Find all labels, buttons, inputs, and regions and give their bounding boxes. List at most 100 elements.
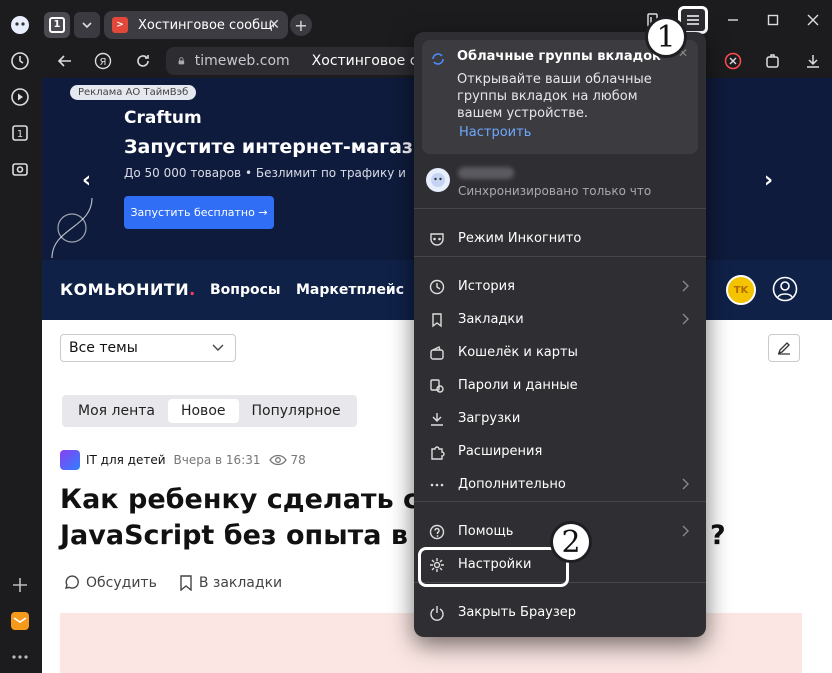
play-icon[interactable] <box>9 86 31 108</box>
ad-headline: Запустите интернет-магазин <box>124 136 440 158</box>
menu-item-label: Расширения <box>458 444 543 459</box>
history-clock-icon[interactable] <box>9 50 31 72</box>
bookmark-button[interactable]: В закладки <box>199 575 282 591</box>
close-tab-icon[interactable]: ✕ <box>268 17 280 33</box>
minimize-button[interactable] <box>718 6 748 34</box>
article-title-suffix: ? <box>710 520 726 551</box>
help-icon <box>429 524 445 540</box>
url-page-title: Хостинговое со <box>311 53 426 69</box>
chevron-right-icon <box>682 313 689 325</box>
yandex-icon: Я <box>94 52 112 70</box>
svg-text:1: 1 <box>17 129 23 140</box>
menu-item-wallet[interactable]: Кошелёк и карты <box>414 338 706 368</box>
alice-icon[interactable] <box>9 14 31 36</box>
new-tab-button[interactable]: + <box>290 14 312 36</box>
ad-prev-arrow[interactable]: ‹ <box>82 168 91 193</box>
article-title-line2: JavaScript без опыта в п <box>60 520 437 551</box>
downloads-icon <box>431 413 443 426</box>
tab-title: Хостинговое сообщест <box>138 17 274 33</box>
post-meta: IT для детей Вчера в 16:31 78 <box>60 450 306 470</box>
add-icon[interactable] <box>9 574 31 596</box>
tab-new[interactable]: Новое <box>167 399 239 423</box>
eye-icon <box>268 454 287 466</box>
menu-item-incognito[interactable]: Режим Инкогнито <box>414 224 706 254</box>
ad-label: Реклама АО ТаймВэб <box>70 85 197 100</box>
menu-item-label: Кошелёк и карты <box>458 345 578 360</box>
more-dots-icon[interactable] <box>9 646 31 668</box>
post-views: 78 <box>290 453 306 467</box>
url-field[interactable]: timeweb.com Хостинговое со <box>166 47 426 75</box>
ad-cta-button[interactable]: Запустить бесплатно → <box>124 196 274 229</box>
menu-item-history[interactable]: История <box>414 272 706 302</box>
bookmark-icon <box>180 575 192 591</box>
reload-button[interactable] <box>128 47 158 75</box>
promo-setup-link[interactable]: Настроить <box>459 125 531 140</box>
menu-item-more[interactable]: Дополнительно <box>414 470 706 500</box>
account-name-blurred[interactable] <box>458 167 514 179</box>
step-2-badge: 2 <box>550 521 592 563</box>
maximize-button[interactable] <box>758 6 788 34</box>
logo-text: КОМЬЮНИТИ <box>60 280 190 299</box>
chevron-down-icon <box>82 22 92 29</box>
menu-item-label: Закрыть Браузер <box>458 605 577 620</box>
menu-item-extensions[interactable]: Расширения <box>414 437 706 467</box>
tab-counter-icon[interactable]: 1 <box>9 122 31 144</box>
tab-my-feed[interactable]: Моя лента <box>65 399 168 423</box>
screenshot-icon[interactable] <box>9 158 31 180</box>
menu-divider <box>414 208 706 209</box>
post-actions: Обсудить В закладки <box>64 575 304 591</box>
filter-value: Все темы <box>69 340 138 356</box>
discuss-button[interactable]: Обсудить <box>86 575 157 591</box>
extensions-puzzle-icon[interactable] <box>758 47 788 75</box>
more-icon <box>430 483 444 487</box>
ad-brand: Craftum <box>124 108 202 128</box>
downloads-toolbar-icon[interactable] <box>798 47 828 75</box>
menu-item-power[interactable]: Закрыть Браузер <box>414 598 706 628</box>
power-icon <box>430 606 444 621</box>
protect-icon[interactable] <box>718 47 748 75</box>
tab-count-label: 1 <box>49 17 65 33</box>
close-window-button[interactable] <box>798 6 828 34</box>
menu-item-label: Помощь <box>458 524 514 539</box>
menu-item-bookmarks[interactable]: Закладки <box>414 305 706 335</box>
nav-link-questions[interactable]: Вопросы <box>210 282 281 298</box>
chevron-right-icon <box>682 478 689 490</box>
tabs-dropdown-button[interactable] <box>74 12 100 38</box>
ad-subtitle: До 50 000 товаров • Безлимит по трафику … <box>124 166 406 180</box>
step-1-badge: 1 <box>645 16 687 58</box>
site-logo[interactable]: КОМЬЮНИТИ. <box>60 280 196 299</box>
comment-icon <box>64 575 79 589</box>
menu-item-passwords[interactable]: Пароли и данные <box>414 371 706 401</box>
feed-tabs: Моя лента Новое Популярное <box>62 395 357 427</box>
bookmarks-icon <box>432 313 442 328</box>
tab-popular[interactable]: Популярное <box>239 399 354 423</box>
menu-item-label: Пароли и данные <box>458 378 578 393</box>
site-favicon: > <box>112 17 128 33</box>
mail-icon[interactable] <box>9 610 31 632</box>
user-profile-icon[interactable] <box>772 276 798 302</box>
post-author[interactable]: IT для детей <box>86 453 166 467</box>
menu-item-label: История <box>458 279 515 294</box>
sync-icon <box>432 53 444 65</box>
chevron-down-icon <box>212 344 224 351</box>
tab-count-button[interactable]: 1 <box>44 12 70 38</box>
write-post-button[interactable] <box>768 334 800 362</box>
yandex-button[interactable]: Я <box>88 47 118 75</box>
browser-sidebar: 1 <box>0 0 42 673</box>
account-avatar[interactable] <box>426 168 450 192</box>
author-avatar[interactable] <box>60 450 80 470</box>
ad-next-arrow[interactable]: › <box>764 168 773 193</box>
nav-link-marketplace[interactable]: Маркетплейс <box>296 282 404 298</box>
settings-highlight <box>418 547 569 587</box>
tab-active[interactable]: > Хостинговое сообщест ✕ <box>104 11 288 39</box>
decorative-swirl <box>51 197 93 259</box>
pencil-icon <box>777 342 790 355</box>
incognito-icon <box>430 233 444 246</box>
back-button[interactable] <box>50 47 80 75</box>
lock-icon <box>178 57 185 65</box>
svg-text:Я: Я <box>100 57 107 68</box>
menu-item-downloads[interactable]: Загрузки <box>414 404 706 434</box>
chevron-right-icon <box>682 280 689 292</box>
topic-filter-select[interactable]: Все темы <box>60 334 236 362</box>
user-badge[interactable]: TK <box>726 275 756 305</box>
